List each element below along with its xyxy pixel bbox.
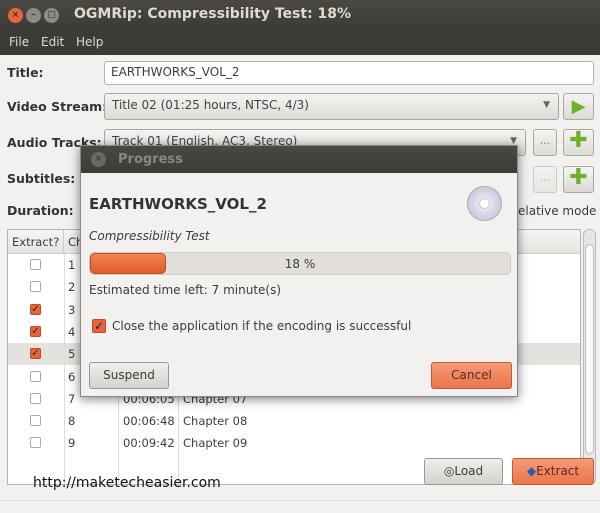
title-label: Title: bbox=[7, 65, 44, 80]
menu-edit[interactable]: Edit bbox=[41, 35, 64, 49]
plus-icon: ✚ bbox=[569, 165, 588, 190]
watermark: http://maketecheasier.com bbox=[33, 475, 221, 491]
extract-button[interactable]: ◆Extract bbox=[512, 458, 594, 485]
audio-options-button[interactable]: ... bbox=[533, 129, 557, 156]
chapter-number: 7 bbox=[68, 391, 76, 406]
chapter-name: Chapter 09 bbox=[183, 436, 248, 451]
extract-checkbox[interactable]: ✓ bbox=[30, 348, 41, 360]
extract-checkbox[interactable] bbox=[30, 281, 41, 293]
video-stream-label: Video Stream: bbox=[7, 99, 108, 114]
chapter-number: 3 bbox=[68, 302, 76, 317]
extract-label: Extract bbox=[536, 464, 580, 478]
extract-checkbox[interactable] bbox=[30, 259, 41, 270]
progress-dialog: × Progress EARTHWORKS_VOL_2 Compressibil… bbox=[80, 145, 518, 397]
disc-icon: ◎ bbox=[443, 464, 455, 478]
chapter-number: 9 bbox=[68, 436, 76, 451]
close-app-label[interactable]: Close the application if the encoding is… bbox=[112, 319, 411, 333]
chapter-number: 6 bbox=[68, 369, 76, 384]
subtitles-label: Subtitles: bbox=[7, 171, 76, 186]
dialog-close-icon[interactable]: × bbox=[91, 152, 106, 167]
disc-icon bbox=[467, 186, 502, 221]
play-icon: ▶ bbox=[571, 96, 586, 117]
eta-label: Estimated time left: 7 minute(s) bbox=[89, 283, 282, 297]
extract-checkbox[interactable]: ✓ bbox=[30, 325, 41, 337]
extract-checkbox[interactable] bbox=[30, 415, 41, 427]
chapter-number: 8 bbox=[68, 414, 76, 429]
add-audio-button[interactable]: ✚ bbox=[563, 129, 594, 156]
title-input[interactable]: EARTHWORKS_VOL_2 bbox=[104, 61, 594, 85]
menubar: File Edit Help bbox=[0, 30, 600, 55]
table-row[interactable]: 8 00:06:48 Chapter 08 bbox=[8, 410, 580, 432]
menu-help[interactable]: Help bbox=[76, 35, 103, 49]
window-titlebar: × – □ OGMRip: Compressibility Test: 18% bbox=[0, 0, 600, 30]
load-label: Load bbox=[454, 464, 484, 478]
extract-checkbox[interactable] bbox=[30, 370, 41, 382]
load-button[interactable]: ◎Load bbox=[424, 458, 503, 485]
duration-label: Duration: bbox=[7, 203, 74, 218]
dialog-titlebar: × Progress bbox=[81, 146, 517, 173]
chapter-duration: 00:09:42 bbox=[123, 436, 175, 451]
chapter-number: 1 bbox=[68, 258, 76, 272]
progress-bar: 18 % bbox=[89, 252, 511, 275]
close-icon[interactable]: × bbox=[8, 8, 23, 23]
status-bar bbox=[0, 500, 600, 513]
plus-icon: ✚ bbox=[569, 128, 588, 153]
extract-checkbox[interactable] bbox=[30, 437, 41, 449]
relative-mode-label: elative mode bbox=[518, 204, 597, 218]
chapter-number: 4 bbox=[68, 324, 76, 339]
stage-label: Compressibility Test bbox=[89, 229, 210, 243]
chapter-name: Chapter 08 bbox=[183, 414, 248, 429]
scrollbar[interactable] bbox=[583, 229, 596, 485]
play-button[interactable]: ▶ bbox=[563, 93, 594, 120]
chapter-duration: 00:06:48 bbox=[123, 414, 175, 429]
table-row[interactable]: 9 00:09:42 Chapter 09 bbox=[8, 432, 580, 454]
chevron-down-icon: ▼ bbox=[543, 100, 550, 110]
dialog-title: Progress bbox=[118, 152, 183, 167]
window-title: OGMRip: Compressibility Test: 18% bbox=[74, 6, 352, 22]
suspend-button[interactable]: Suspend bbox=[89, 362, 169, 389]
subtitles-options-button[interactable]: ... bbox=[533, 166, 557, 193]
minimize-icon[interactable]: – bbox=[26, 8, 41, 23]
extract-checkbox[interactable] bbox=[30, 392, 41, 404]
header-extract[interactable]: Extract? bbox=[8, 230, 64, 254]
video-stream-select[interactable]: Title 02 (01:25 hours, NTSC, 4/3) ▼ bbox=[104, 93, 559, 120]
chapter-number: 5 bbox=[68, 347, 76, 362]
add-subtitles-button[interactable]: ✚ bbox=[563, 166, 594, 193]
progress-label: 18 % bbox=[284, 257, 316, 271]
dialog-heading: EARTHWORKS_VOL_2 bbox=[89, 195, 267, 213]
scrollbar-thumb[interactable] bbox=[585, 244, 594, 454]
video-stream-value: Title 02 (01:25 hours, NTSC, 4/3) bbox=[112, 98, 309, 112]
menu-file[interactable]: File bbox=[9, 35, 29, 49]
cancel-button[interactable]: Cancel bbox=[431, 362, 512, 389]
extract-icon: ◆ bbox=[526, 464, 537, 478]
chapter-number: 2 bbox=[68, 280, 76, 295]
column-divider bbox=[64, 254, 65, 484]
extract-checkbox[interactable]: ✓ bbox=[30, 303, 41, 315]
maximize-icon[interactable]: □ bbox=[44, 8, 59, 23]
close-app-checkbox[interactable]: ✓ bbox=[92, 319, 106, 333]
